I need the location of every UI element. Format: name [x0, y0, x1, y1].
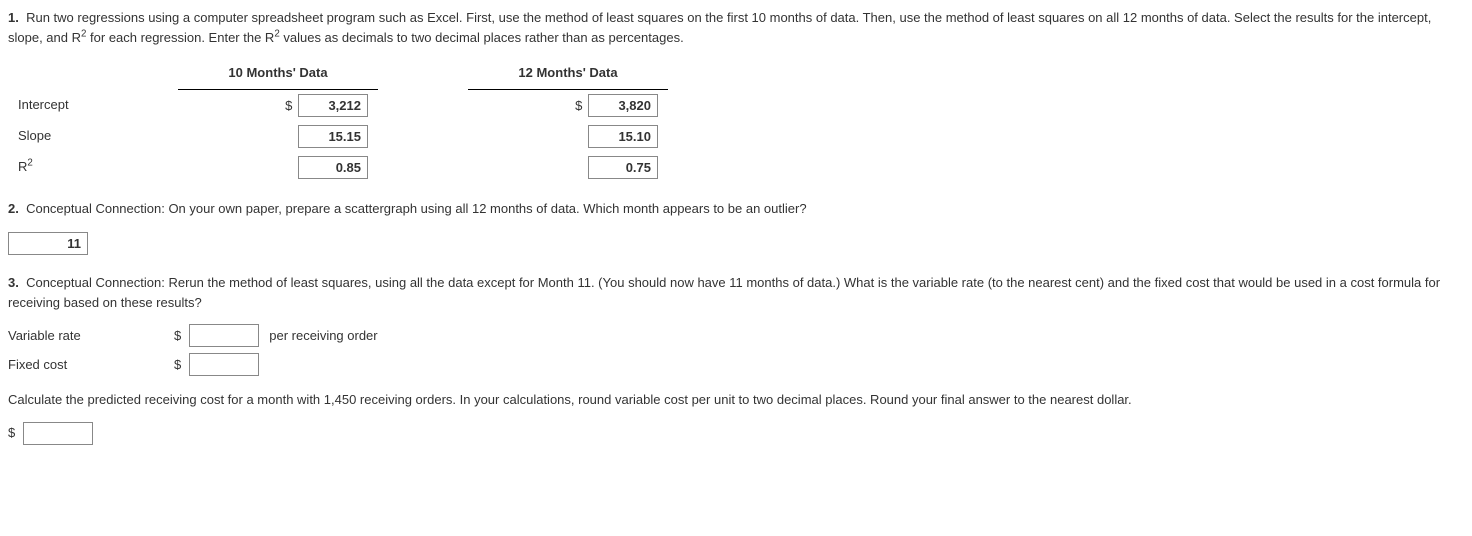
row-r2: R2 [8, 152, 668, 183]
predicted-cost-row: $ [8, 422, 1464, 445]
col-header-10m: 10 Months' Data [178, 59, 378, 89]
q2-number: 2. [8, 201, 19, 216]
dollar-sign: $ [285, 98, 292, 113]
r2-10m-input[interactable] [298, 156, 368, 179]
fixed-cost-label: Fixed cost [8, 355, 168, 375]
r2-12m-input[interactable] [588, 156, 658, 179]
predicted-cost-input[interactable] [23, 422, 93, 445]
q2-text: Conceptual Connection: On your own paper… [26, 201, 806, 216]
question-3-text: 3. Conceptual Connection: Rerun the meth… [8, 273, 1464, 312]
q1-text-c: values as decimals to two decimal places… [280, 30, 684, 45]
col-header-12m: 12 Months' Data [468, 59, 668, 89]
question-1-text: 1. Run two regressions using a computer … [8, 8, 1464, 47]
row-slope: Slope [8, 121, 668, 152]
intercept-10m-input[interactable] [298, 94, 368, 117]
slope-10m-input[interactable] [298, 125, 368, 148]
predict-text: Calculate the predicted receiving cost f… [8, 390, 1464, 410]
dollar-sign: $ [8, 423, 15, 443]
q1-text-b: for each regression. Enter the R [86, 30, 274, 45]
slope-label: Slope [8, 121, 178, 152]
slope-12m-input[interactable] [588, 125, 658, 148]
q3-text: Conceptual Connection: Rerun the method … [8, 275, 1440, 310]
variable-rate-row: Variable rate $ per receiving order [8, 324, 1464, 347]
q3-number: 3. [8, 275, 19, 290]
intercept-12m-input[interactable] [588, 94, 658, 117]
regression-table: 10 Months' Data 12 Months' Data Intercep… [8, 59, 1464, 183]
dollar-sign: $ [174, 355, 181, 375]
variable-rate-unit: per receiving order [269, 326, 377, 346]
intercept-label: Intercept [8, 89, 178, 121]
variable-rate-input[interactable] [189, 324, 259, 347]
variable-rate-label: Variable rate [8, 326, 168, 346]
q1-number: 1. [8, 10, 19, 25]
fixed-cost-row: Fixed cost $ [8, 353, 1464, 376]
row-intercept: Intercept $ $ [8, 89, 668, 121]
r2-label: R2 [8, 152, 178, 183]
dollar-sign: $ [575, 98, 582, 113]
question-2-text: 2. Conceptual Connection: On your own pa… [8, 199, 1464, 219]
outlier-month-input[interactable] [8, 232, 88, 255]
dollar-sign: $ [174, 326, 181, 346]
fixed-cost-input[interactable] [189, 353, 259, 376]
